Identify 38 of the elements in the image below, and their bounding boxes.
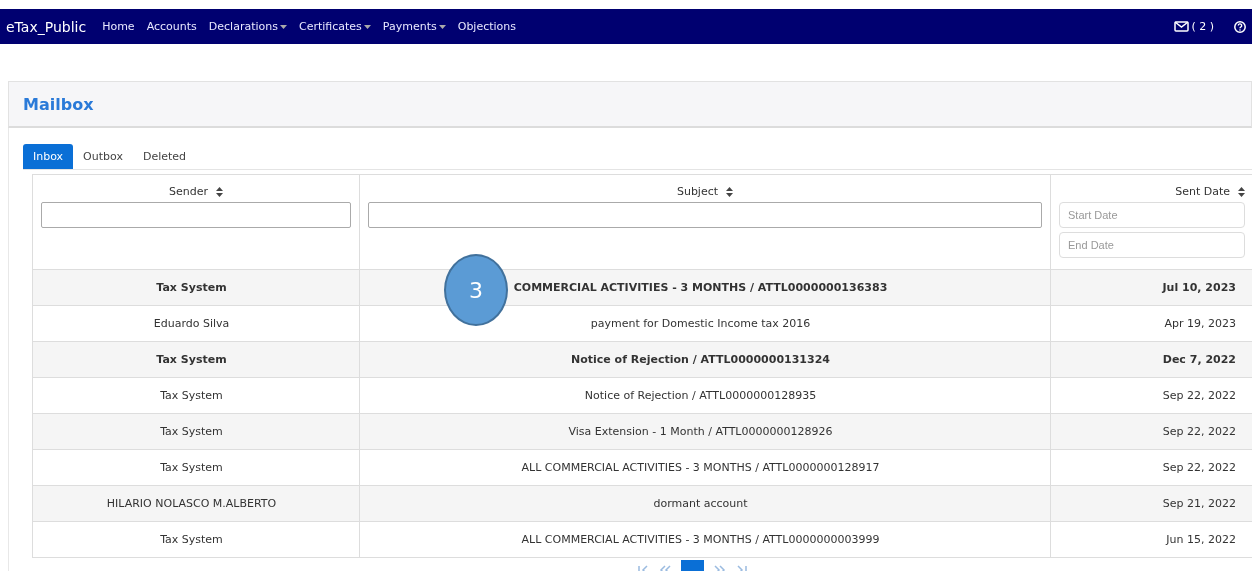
sort-icon[interactable] xyxy=(1238,186,1245,197)
subject-cell[interactable]: dormant account xyxy=(359,485,1051,522)
sender-cell: HILARIO NOLASCO M.ALBERTO xyxy=(32,485,360,522)
sort-icon[interactable] xyxy=(216,186,223,197)
date-field[interactable]: Start Date xyxy=(1059,202,1245,228)
sender-cell: Tax System xyxy=(32,341,360,378)
nav-link[interactable]: Objections xyxy=(457,20,517,33)
sender-cell: Tax System xyxy=(32,449,360,486)
subject-cell[interactable]: ALL COMMERCIAL ACTIVITIES - 3 MONTHS / ATTL0000000128917 xyxy=(359,449,1051,486)
help-icon[interactable] xyxy=(1234,20,1246,33)
sender-cell: Tax System xyxy=(32,269,360,306)
sort-icon[interactable] xyxy=(726,186,734,197)
nav-link[interactable]: Certificates xyxy=(298,20,371,33)
panel-title: Mailbox xyxy=(23,94,94,114)
nav-link[interactable]: Payments xyxy=(382,20,446,33)
column-header[interactable]: Sent Date xyxy=(1175,185,1230,198)
tab[interactable]: Deleted xyxy=(132,144,197,169)
mail-link[interactable]: ( 2 ) xyxy=(1174,20,1214,33)
sender-cell: Tax System xyxy=(32,413,360,450)
nav-link[interactable]: Declarations xyxy=(208,20,287,33)
sender-cell: Tax System xyxy=(32,377,360,414)
column-header[interactable]: Subject xyxy=(676,185,719,198)
column-header[interactable]: Sender xyxy=(169,185,208,198)
subject-cell[interactable]: Notice of Rejection / ATTL0000000128935 xyxy=(359,377,1051,414)
nav-link[interactable]: Home xyxy=(102,20,135,33)
filter-field[interactable] xyxy=(368,202,1042,228)
subject-cell[interactable]: ALL COMMERCIAL ACTIVITIES - 3 MONTHS / ATTL0000000003999 xyxy=(359,521,1051,558)
envelope-icon xyxy=(1174,21,1190,32)
date-field[interactable]: End Date xyxy=(1059,232,1245,258)
filter-field[interactable] xyxy=(41,202,351,228)
subject-cell[interactable]: Visa Extension - 1 Month / ATTL0000000128926 xyxy=(359,413,1051,450)
sender-cell: Tax System xyxy=(32,521,360,558)
nav-link[interactable]: Accounts xyxy=(146,20,197,33)
tab[interactable]: Inbox xyxy=(23,144,74,169)
tab[interactable]: Outbox xyxy=(73,144,133,169)
subject-cell[interactable]: Notice of Rejection / ATTL0000000131324 xyxy=(359,341,1051,378)
sender-cell: Eduardo Silva xyxy=(32,305,360,342)
brand-name[interactable]: eTax_Public xyxy=(6,18,87,35)
